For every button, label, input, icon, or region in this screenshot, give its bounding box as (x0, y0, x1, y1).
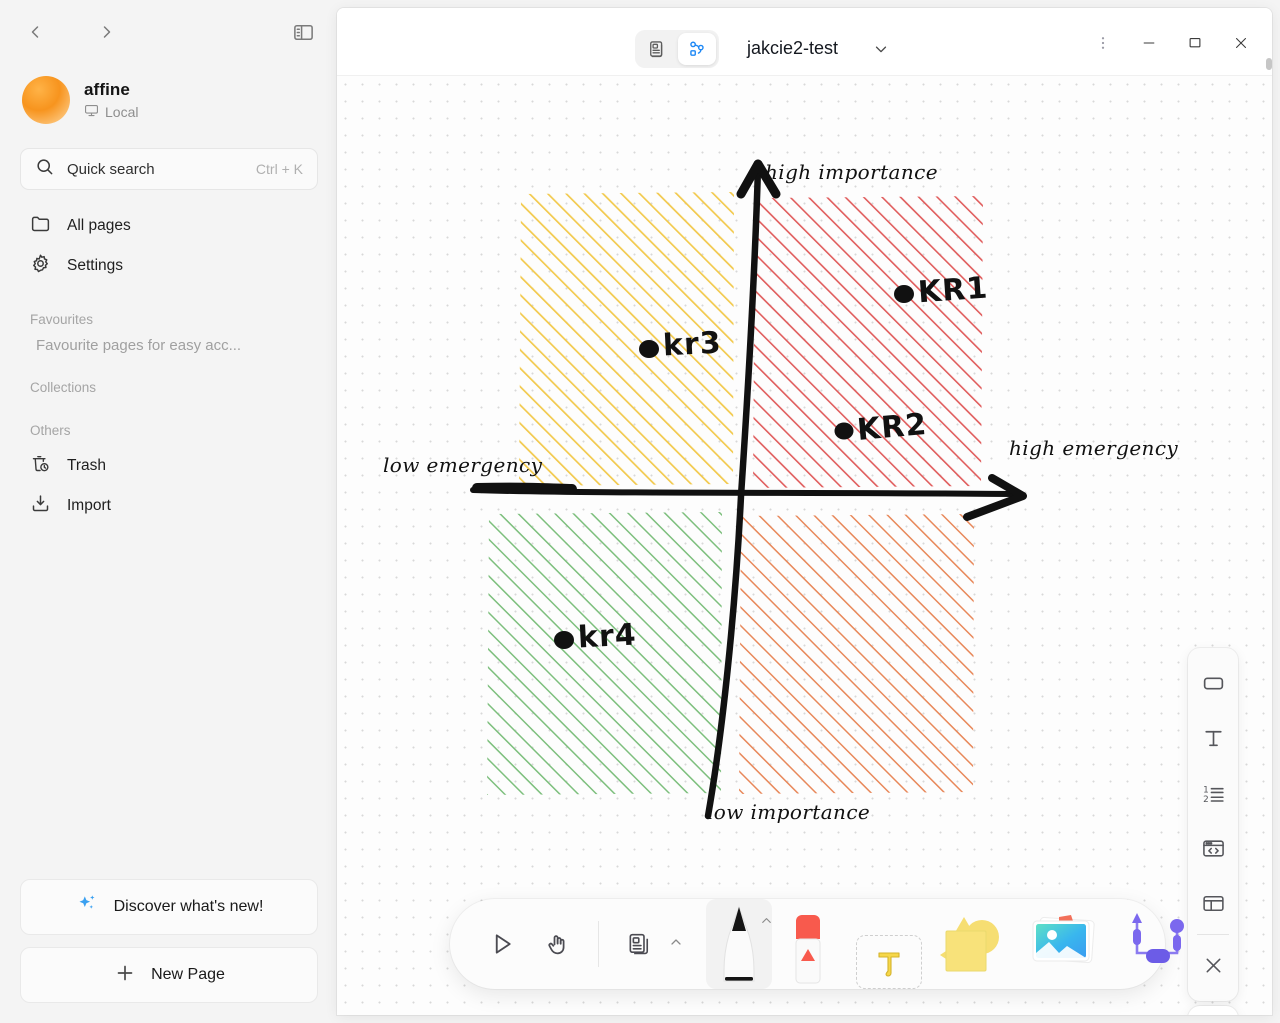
minimize-button[interactable] (1126, 26, 1172, 60)
discover-label: Discover what's new! (113, 898, 264, 915)
sidebar-item-label: All pages (67, 217, 131, 234)
sidebar-others-list: Trash Import (0, 446, 338, 526)
workspace-name: affine (84, 79, 130, 99)
section-favourites-hint: Favourite pages for easy acc... (36, 337, 242, 354)
point-dot-kr3[interactable] (639, 340, 659, 358)
app-root: affine Local Quick search Ctrl + K All p… (0, 0, 1280, 1023)
scrollbar-thumb[interactable] (1266, 58, 1272, 70)
sidebar-nav-list: All pages Settings (0, 206, 338, 286)
eraser-tool[interactable] (778, 899, 838, 989)
quick-search-label: Quick search (67, 160, 155, 178)
sidebar-item-trash[interactable]: Trash (20, 446, 318, 486)
new-page-button[interactable]: New Page (20, 947, 318, 1003)
page-mode-button[interactable] (638, 33, 676, 65)
point-label-kr1: KR1 (916, 270, 990, 311)
numbered-list-icon[interactable]: 1 2 (1191, 766, 1235, 821)
quick-search-shortcut: Ctrl + K (255, 161, 303, 177)
hand-icon[interactable] (532, 918, 584, 970)
section-collections-title: Collections (30, 380, 97, 395)
document-title[interactable]: jakcie2-test (747, 38, 838, 59)
sidebar-topbar (0, 0, 338, 64)
folder-icon (30, 213, 51, 239)
image-tool[interactable] (1022, 899, 1108, 989)
sidebar-item-label: Trash (67, 457, 107, 474)
point-dot-kr2[interactable] (834, 422, 854, 440)
sidebar-item-label: Import (67, 497, 111, 514)
gear-icon (30, 253, 51, 279)
search-icon (35, 157, 54, 181)
editor-mode-toggle (635, 30, 719, 68)
plus-icon (113, 961, 137, 990)
point-dot-kr1[interactable] (894, 285, 914, 303)
axis-label-low-importance: low importance (707, 800, 871, 824)
nav-forward-button[interactable] (90, 15, 124, 49)
nav-back-button[interactable] (18, 15, 52, 49)
maximize-button[interactable] (1172, 26, 1218, 60)
section-favourites-title: Favourites (30, 312, 94, 327)
workspace-avatar (22, 76, 70, 124)
window-controls (1080, 26, 1264, 60)
axis-label-low-emergency: low emergency (383, 453, 543, 477)
sparkle-icon (75, 892, 100, 922)
quadrant-bottom-right (739, 514, 974, 794)
help-chat-icon[interactable] (1188, 1006, 1238, 1015)
sidebar-toggle-button[interactable] (286, 15, 320, 49)
point-dot-kr4[interactable] (554, 631, 574, 649)
trash-clock-icon (30, 453, 51, 479)
discover-whats-new-button[interactable]: Discover what's new! (20, 879, 318, 935)
pen-tool[interactable] (706, 899, 772, 989)
import-icon (30, 493, 51, 519)
chevron-down-icon[interactable] (872, 40, 890, 63)
connector-tool[interactable] (1114, 899, 1200, 989)
note-page-icon[interactable] (613, 918, 665, 970)
workspace-selector[interactable]: affine Local (0, 64, 338, 134)
workspace-status-label: Local (105, 103, 139, 120)
chevron-up-icon[interactable] (668, 934, 684, 955)
text-t-icon[interactable] (1191, 711, 1235, 766)
cursor-select-icon[interactable] (476, 918, 528, 970)
edgeless-mode-button[interactable] (678, 33, 716, 65)
more-options-button[interactable] (1080, 26, 1126, 60)
toolbar-divider (1197, 934, 1229, 935)
new-page-label: New Page (151, 966, 225, 983)
workspace-status: Local (84, 103, 138, 121)
point-label-kr4: kr4 (577, 617, 638, 656)
point-label-kr3: kr3 (662, 325, 723, 364)
bottom-toolbar (450, 899, 1184, 989)
point-label-kr2: KR2 (855, 407, 929, 448)
rounded-rect-icon[interactable] (1191, 656, 1235, 711)
note-tool-group (613, 918, 684, 970)
quadrant-chart-drawing (470, 159, 1027, 820)
svg-text:2: 2 (1203, 795, 1209, 805)
code-window-icon[interactable] (1191, 821, 1235, 876)
section-others-title: Others (30, 423, 71, 438)
sidebar-item-label: Settings (67, 257, 124, 274)
sidebar-item-all-pages[interactable]: All pages (20, 206, 318, 246)
edgeless-canvas[interactable]: high importance low importance low emerg… (337, 76, 1272, 1015)
main-window: jakcie2-test high importance low importa… (337, 8, 1272, 1015)
sidebar: affine Local Quick search Ctrl + K All p… (0, 0, 338, 1023)
toolbar-divider (598, 921, 599, 967)
monitor-icon (84, 103, 99, 121)
bottom-toolbar-left-group (450, 918, 684, 970)
titlebar: jakcie2-test (337, 8, 1272, 76)
close-button[interactable] (1218, 26, 1264, 60)
sidebar-bottom: Discover what's new! New Page (0, 879, 338, 1023)
axis-label-high-importance: high importance (765, 160, 938, 184)
quick-search-button[interactable]: Quick search Ctrl + K (20, 148, 318, 190)
chevron-up-icon[interactable] (759, 913, 774, 933)
axis-label-high-emergency: high emergency (1009, 436, 1179, 460)
text-tool[interactable] (856, 935, 922, 989)
sidebar-item-settings[interactable]: Settings (20, 246, 318, 286)
shape-tool[interactable] (928, 899, 1016, 989)
sidebar-item-import[interactable]: Import (20, 486, 318, 526)
